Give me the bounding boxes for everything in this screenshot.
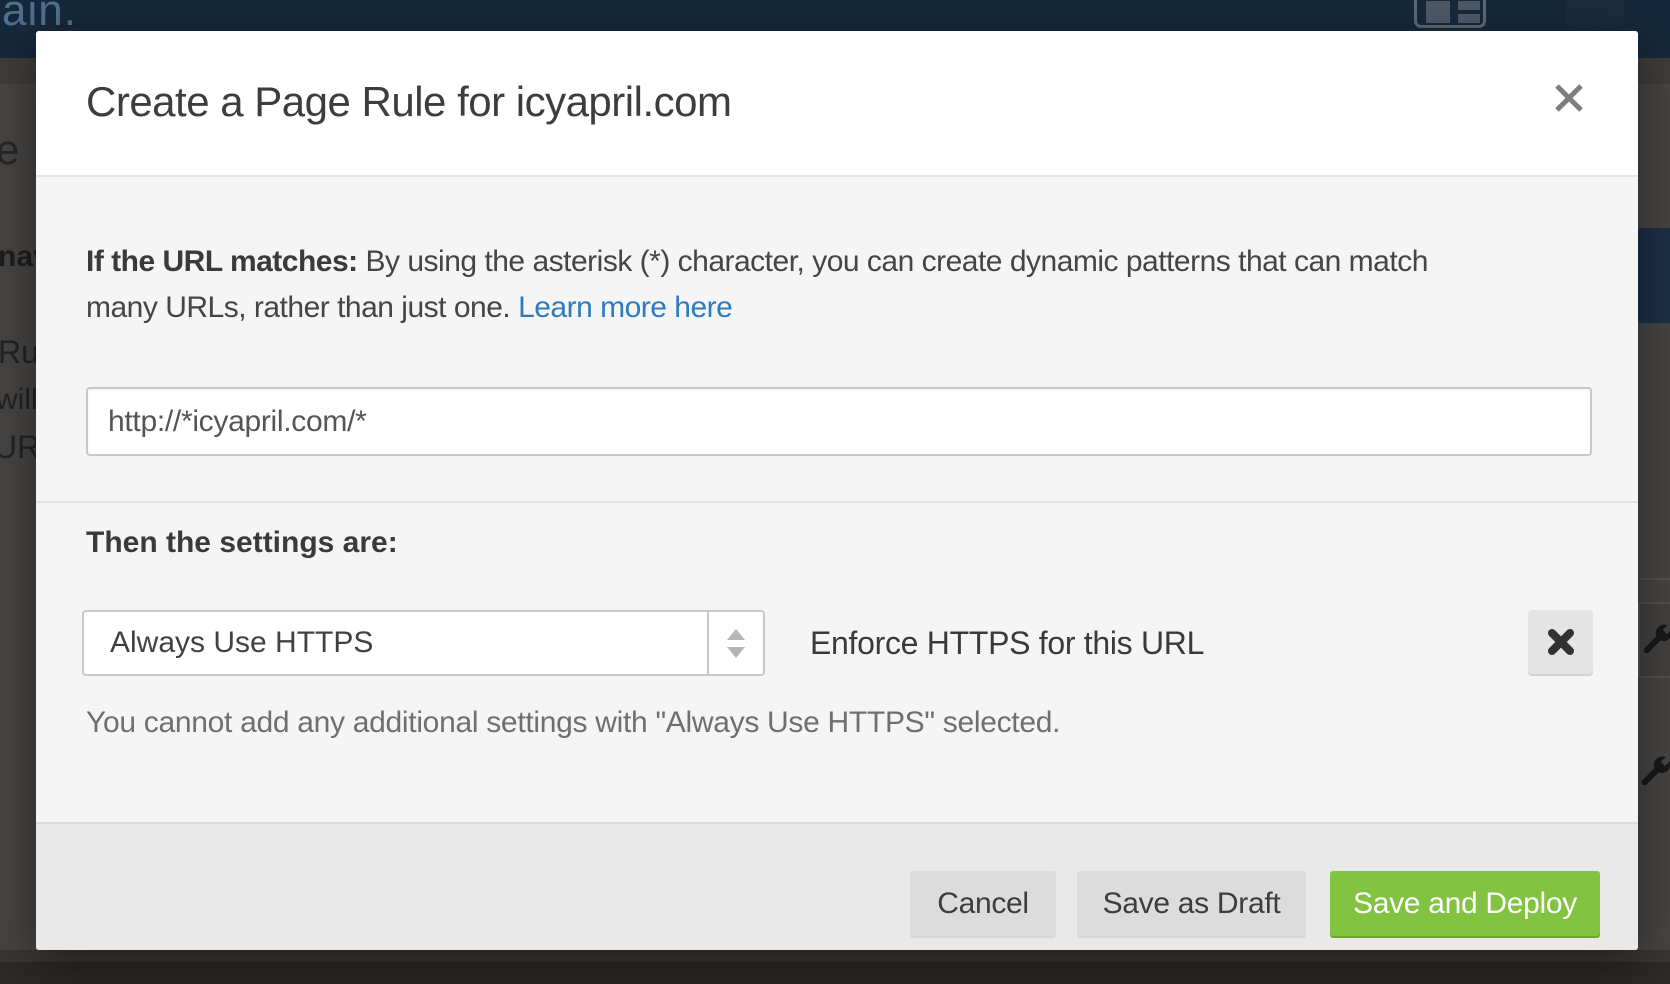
remove-setting-button[interactable] — [1528, 610, 1593, 674]
background-row-fragment — [1638, 602, 1670, 678]
close-icon — [1552, 81, 1586, 115]
url-match-label: If the URL matches: — [86, 245, 358, 278]
modal-body: If the URL matches: By using the asteris… — [36, 179, 1638, 822]
learn-more-link[interactable]: Learn more here — [518, 291, 732, 324]
url-match-text-line2: many URLs, rather than just one. — [86, 291, 510, 324]
background-footer-band — [0, 950, 1670, 962]
setting-select-value: Always Use HTTPS — [110, 626, 373, 660]
background-right-strip — [1638, 58, 1670, 984]
background-footer-band-dark — [0, 962, 1670, 984]
background-blue-button-fragment — [1638, 228, 1670, 323]
wrench-icon — [1641, 622, 1670, 656]
modal-footer: Cancel Save as Draft Save and Deploy — [36, 822, 1638, 950]
modal-header: Create a Page Rule for icyapril.com — [36, 31, 1638, 177]
url-match-text-line1: By using the asterisk (*) character, you… — [366, 245, 1428, 278]
save-as-draft-button[interactable]: Save as Draft — [1077, 871, 1306, 936]
settings-heading: Then the settings are: — [86, 526, 398, 560]
url-pattern-input[interactable] — [86, 387, 1592, 456]
setting-row: Always Use HTTPS Enforce HTTPS for this … — [36, 610, 1638, 676]
x-icon — [1547, 628, 1575, 656]
background-heading-fragment: e — [0, 126, 19, 174]
create-page-rule-modal: Create a Page Rule for icyapril.com If t… — [36, 31, 1638, 950]
setting-note: You cannot add any additional settings w… — [86, 706, 1060, 740]
background-text-fragment: will — [0, 383, 38, 417]
close-button[interactable] — [1548, 77, 1590, 119]
setting-description: Enforce HTTPS for this URL — [810, 625, 1204, 662]
setting-select[interactable]: Always Use HTTPS — [82, 610, 765, 676]
wrench-icon — [1639, 754, 1670, 788]
navbar-ghost-icon — [1566, 0, 1624, 28]
background-row-fragment — [1638, 736, 1670, 806]
cancel-button[interactable]: Cancel — [910, 871, 1056, 936]
background-text-fragment: Ru — [0, 334, 39, 371]
section-divider — [36, 501, 1638, 503]
modal-title: Create a Page Rule for icyapril.com — [86, 78, 731, 126]
url-match-description: If the URL matches: By using the asteris… — [86, 239, 1586, 331]
layout-columns-icon — [1414, 0, 1486, 28]
save-and-deploy-button[interactable]: Save and Deploy — [1330, 871, 1600, 936]
background-text-fragment: UR — [0, 429, 40, 466]
select-stepper-icon[interactable] — [707, 612, 763, 674]
